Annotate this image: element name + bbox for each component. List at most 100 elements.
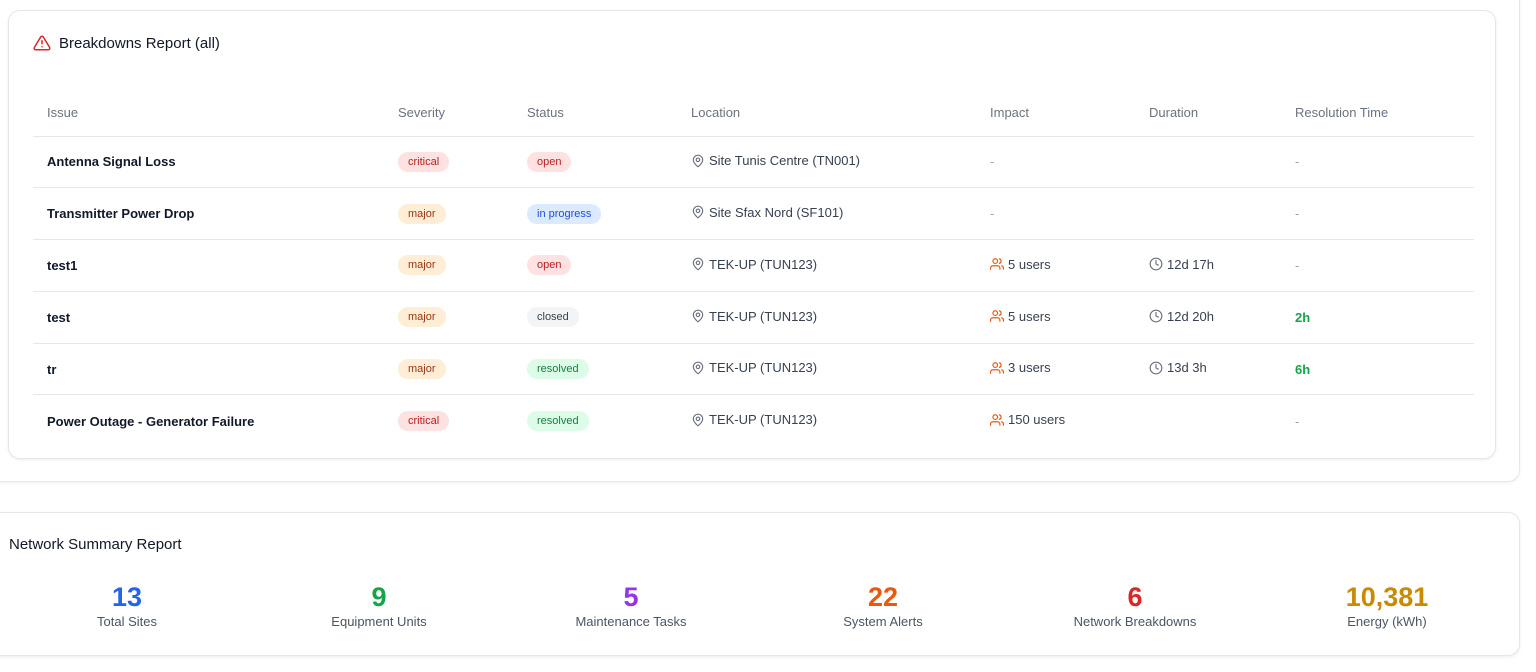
location-cell: Site Sfax Nord (SF101) [677, 187, 976, 241]
column-header-impact[interactable]: Impact [976, 89, 1135, 137]
issue-cell: tr [33, 343, 384, 396]
resolution-text: 2h [1295, 309, 1311, 325]
location-cell: TEK-UP (TUN123) [677, 291, 976, 344]
stat-value: 6 [1127, 582, 1143, 612]
table-row[interactable]: test major closed TEK-UP (TUN123) 5 user… [33, 291, 1474, 344]
status-cell: in progress [513, 187, 677, 241]
status-badge: closed [527, 307, 579, 328]
location-cell: Site Tunis Centre (TN001) [677, 136, 976, 189]
map-pin-icon [691, 309, 705, 323]
column-header-resolution-time[interactable]: Resolution Time [1281, 89, 1474, 137]
status-cell: open [513, 136, 677, 189]
severity-cell: major [384, 239, 513, 292]
summary-stats: 13 Total Sites 9 Equipment Units 5 Maint… [1, 581, 1513, 629]
resolution-cell: - [1281, 239, 1474, 292]
column-header-location[interactable]: Location [677, 89, 976, 137]
location-text: TEK-UP (TUN123) [709, 308, 818, 324]
clock-icon [1149, 309, 1163, 323]
status-badge: resolved [527, 411, 589, 432]
impact-text: 5 users [1008, 256, 1051, 272]
impact-cell: 150 users [976, 395, 1135, 447]
resolution-text: 6h [1295, 361, 1311, 377]
status-cell: resolved [513, 343, 677, 396]
users-icon [990, 361, 1004, 375]
status-badge: open [527, 151, 572, 172]
network-summary-title: Network Summary Report [9, 536, 182, 553]
duration-text: 13d 3h [1167, 360, 1207, 376]
column-header-severity[interactable]: Severity [384, 89, 513, 137]
table-row[interactable]: test1 major open TEK-UP (TUN123) 5 users… [33, 239, 1474, 292]
resolution-text: - [1295, 413, 1300, 429]
clock-icon [1149, 257, 1163, 271]
stat-equipment-units: 9 Equipment Units [253, 581, 505, 629]
resolution-text: - [1295, 257, 1300, 273]
users-icon [990, 257, 1004, 271]
stat-value: 10,381 [1345, 582, 1429, 612]
status-cell: resolved [513, 395, 677, 447]
issue-cell: test [33, 291, 384, 344]
stat-value: 13 [111, 582, 143, 612]
duration-text: 12d 17h [1167, 256, 1214, 272]
clock-icon [1149, 361, 1163, 375]
breakdowns-report-card: Breakdowns Report (all) Issue Severity S… [8, 10, 1496, 459]
impact-text: 5 users [1008, 308, 1051, 324]
stat-system-alerts: 22 System Alerts [757, 581, 1009, 629]
location-text: TEK-UP (TUN123) [709, 256, 818, 272]
column-header-duration[interactable]: Duration [1135, 89, 1281, 137]
table-row[interactable]: Transmitter Power Drop major in progress… [33, 187, 1474, 241]
duration-cell: 12d 17h [1135, 239, 1281, 292]
column-header-issue[interactable]: Issue [33, 89, 384, 137]
severity-badge: major [398, 359, 446, 380]
severity-badge: critical [398, 151, 450, 172]
stat-label: Maintenance Tasks [575, 614, 687, 629]
status-cell: open [513, 239, 677, 292]
stat-label: Network Breakdowns [1073, 614, 1197, 629]
stat-label: System Alerts [843, 614, 923, 629]
impact-text: 3 users [1008, 360, 1051, 376]
map-pin-icon [691, 205, 705, 219]
stat-maintenance-tasks: 5 Maintenance Tasks [505, 581, 757, 629]
issue-cell: Antenna Signal Loss [33, 136, 384, 189]
impact-cell: 5 users [976, 239, 1135, 292]
stat-label: Total Sites [97, 614, 157, 629]
resolution-cell: 2h [1281, 291, 1474, 344]
duration-cell: 12d 20h [1135, 291, 1281, 344]
location-text: Site Tunis Centre (TN001) [709, 153, 861, 169]
map-pin-icon [691, 361, 705, 375]
location-text: TEK-UP (TUN123) [709, 360, 818, 376]
breakdowns-table: Issue Severity Status Location Impact Du… [33, 89, 1474, 447]
table-row[interactable]: Antenna Signal Loss critical open Site T… [33, 136, 1474, 189]
warning-triangle-icon [33, 34, 51, 52]
resolution-cell: - [1281, 395, 1474, 447]
table-row[interactable]: tr major resolved TEK-UP (TUN123) 3 user… [33, 343, 1474, 396]
impact-cell: - [976, 187, 1135, 241]
stat-value: 5 [623, 582, 639, 612]
breakdowns-report-header: Breakdowns Report (all) [33, 34, 220, 52]
duration-cell [1135, 187, 1281, 241]
table-row[interactable]: Power Outage - Generator Failure critica… [33, 395, 1474, 447]
status-cell: closed [513, 291, 677, 344]
duration-cell: 13d 3h [1135, 343, 1281, 396]
stat-label: Equipment Units [331, 614, 427, 629]
status-badge: resolved [527, 359, 589, 380]
impact-cell: 5 users [976, 291, 1135, 344]
severity-cell: major [384, 291, 513, 344]
stat-value: 22 [867, 582, 899, 612]
duration-cell [1135, 395, 1281, 447]
severity-badge: major [398, 203, 446, 224]
severity-badge: major [398, 307, 446, 328]
status-badge: open [527, 255, 572, 276]
severity-cell: critical [384, 395, 513, 447]
column-header-status[interactable]: Status [513, 89, 677, 137]
severity-cell: critical [384, 136, 513, 189]
location-text: Site Sfax Nord (SF101) [709, 204, 844, 220]
issue-cell: Power Outage - Generator Failure [47, 413, 255, 429]
issue-cell: Transmitter Power Drop [33, 187, 384, 241]
stat-total-sites: 13 Total Sites [1, 581, 253, 629]
status-badge: in progress [527, 203, 602, 224]
resolution-text: - [1295, 154, 1300, 170]
resolution-text: - [1295, 206, 1300, 222]
severity-badge: critical [398, 411, 450, 432]
location-cell: TEK-UP (TUN123) [677, 395, 976, 447]
map-pin-icon [691, 154, 705, 168]
